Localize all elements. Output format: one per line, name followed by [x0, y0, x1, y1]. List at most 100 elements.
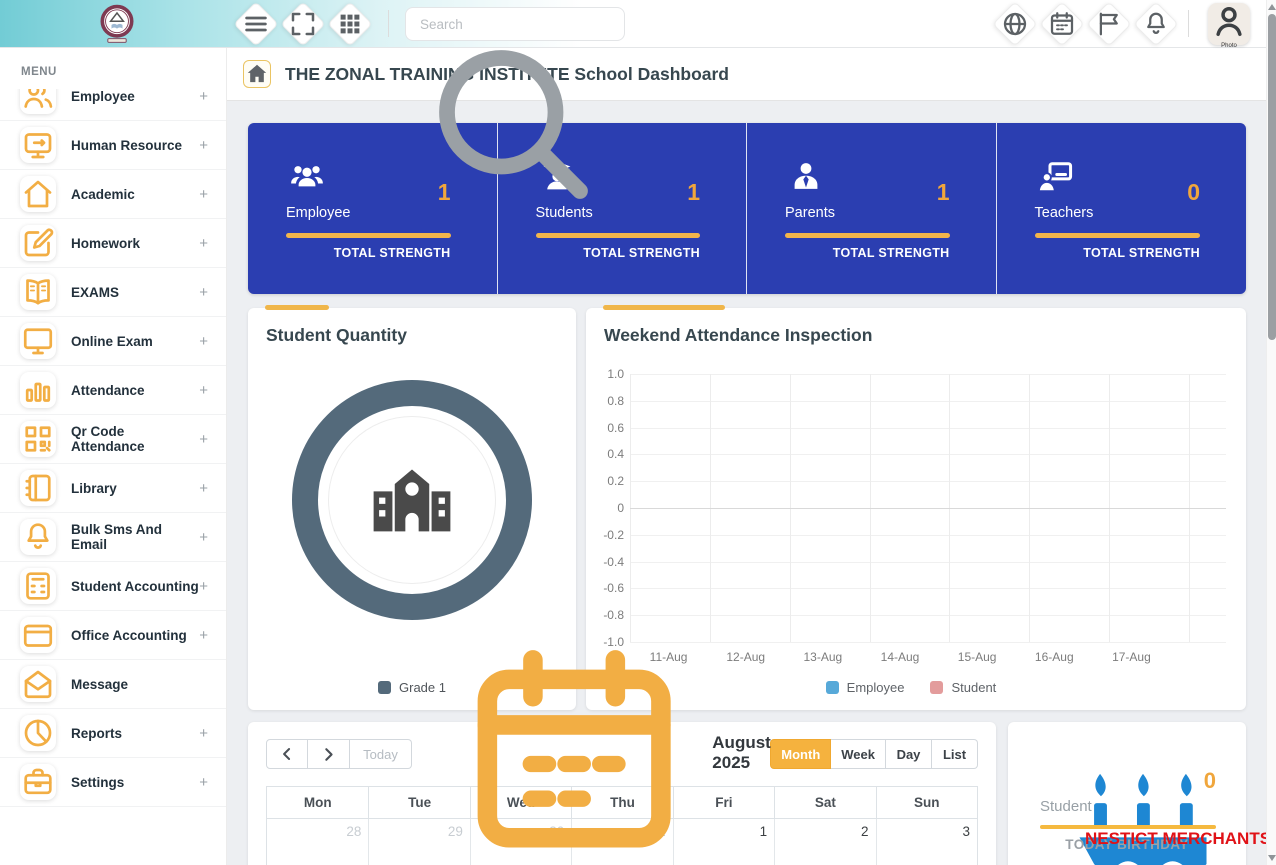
sidebar-menu-item[interactable]: Bulk Sms And Email +: [0, 513, 226, 562]
expand-plus-icon[interactable]: +: [199, 235, 208, 252]
x-axis-label: 17-Aug: [1093, 650, 1170, 664]
calendar-view-button[interactable]: Week: [831, 739, 886, 769]
sidebar-menu-item[interactable]: Office Accounting +: [0, 611, 226, 660]
calendar-toolbar: Today August 2025 MonthWeekDayList: [266, 722, 978, 770]
home-button[interactable]: [243, 60, 271, 88]
legend-swatch: [826, 681, 839, 694]
y-axis-tick: -0.6: [603, 581, 624, 595]
scrollbar-thumb[interactable]: [1268, 14, 1276, 340]
calendar-date-cell[interactable]: 2: [774, 819, 875, 865]
expand-plus-icon[interactable]: +: [199, 186, 208, 203]
weekday-header-cell: Sat: [774, 787, 875, 818]
expand-plus-icon[interactable]: +: [199, 480, 208, 497]
sidebar-item-label: Employee: [71, 89, 199, 104]
pie-chart-icon: [20, 715, 56, 751]
calendar-title: August 2025: [444, 738, 800, 768]
expand-plus-icon[interactable]: +: [199, 431, 208, 448]
briefcase-icon: [20, 764, 56, 800]
y-axis-tick: -0.4: [603, 555, 624, 569]
scroll-up-arrow[interactable]: [1268, 4, 1276, 10]
donut-chart: [292, 380, 532, 620]
today-button[interactable]: Today: [350, 739, 412, 769]
calendar-date-cell[interactable]: 28: [267, 819, 368, 865]
sidebar-menu-item[interactable]: Message: [0, 660, 226, 709]
toolbar-diamond-button[interactable]: [1039, 1, 1084, 46]
expand-plus-icon[interactable]: +: [199, 137, 208, 154]
vendor-watermark: NESTICT MERCHANTS: [1085, 829, 1271, 849]
card-title: Student Quantity: [248, 308, 576, 346]
sidebar: MENU Employee + Human Resource + Academi…: [0, 48, 227, 865]
sidebar-menu-item[interactable]: Settings +: [0, 758, 226, 807]
sidebar-menu-item[interactable]: Academic +: [0, 170, 226, 219]
y-axis-tick: 0.6: [607, 421, 624, 435]
sidebar-menu-item[interactable]: Qr Code Attendance +: [0, 415, 226, 464]
toolbar-diamond-button[interactable]: [327, 1, 372, 46]
page-scrollbar[interactable]: [1266, 0, 1276, 865]
globe-icon: [1000, 9, 1030, 39]
sidebar-item-label: Attendance: [71, 383, 199, 398]
calendar-date-cell[interactable]: 3: [876, 819, 977, 865]
weekday-header-cell: Sun: [876, 787, 977, 818]
stat-card: 0 Teachers TOTAL STRENGTH: [997, 123, 1247, 294]
expand-plus-icon[interactable]: +: [199, 627, 208, 644]
menu-section-label: MENU: [21, 66, 226, 78]
toolbar-diamond-button[interactable]: [1133, 1, 1178, 46]
toolbar-divider: [1188, 10, 1189, 37]
sidebar-item-label: Student Accounting: [71, 579, 199, 594]
envelope-open-icon: [20, 666, 56, 702]
scroll-down-arrow[interactable]: [1268, 855, 1276, 861]
sidebar-menu-item[interactable]: Homework +: [0, 219, 226, 268]
x-axis-label: 14-Aug: [861, 650, 938, 664]
y-axis-tick: -0.2: [603, 528, 624, 542]
legend-item: Student: [930, 680, 996, 695]
sidebar-menu-item[interactable]: Student Accounting +: [0, 562, 226, 611]
main-area: THE ZONAL TRAINING INSTITUTE School Dash…: [227, 48, 1266, 865]
expand-plus-icon[interactable]: +: [199, 89, 208, 105]
sidebar-menu-item[interactable]: Attendance +: [0, 366, 226, 415]
stat-accent-bar: [286, 233, 451, 238]
x-axis-label: 12-Aug: [707, 650, 784, 664]
school-logo[interactable]: [95, 2, 139, 46]
expand-plus-icon[interactable]: +: [199, 382, 208, 399]
sidebar-menu-item[interactable]: EXAMS +: [0, 268, 226, 317]
toolbar-diamond-button[interactable]: [992, 1, 1037, 46]
sidebar-menu-item[interactable]: Library +: [0, 464, 226, 513]
prev-button[interactable]: [266, 739, 308, 769]
expand-plus-icon[interactable]: +: [199, 578, 208, 595]
x-axis: 11-Aug12-Aug13-Aug14-Aug15-Aug16-Aug17-A…: [630, 650, 1170, 664]
sidebar-item-label: Reports: [71, 726, 199, 741]
sidebar-menu-item[interactable]: Online Exam +: [0, 317, 226, 366]
search-icon[interactable]: [405, 16, 615, 226]
sidebar-menu-item[interactable]: Reports +: [0, 709, 226, 758]
fullscreen-icon: [288, 9, 318, 39]
calendar-view-button[interactable]: List: [932, 739, 978, 769]
toolbar-diamond-button[interactable]: [280, 1, 325, 46]
bell-icon: [20, 519, 56, 555]
calendar-icon: [1047, 9, 1077, 39]
sidebar-item-label: Settings: [71, 775, 199, 790]
sidebar-menu-item[interactable]: Employee +: [0, 89, 226, 121]
teacher-board-icon: [1035, 158, 1077, 196]
toolbar-diamond-button[interactable]: [1086, 1, 1131, 46]
bar-chart-icon: [20, 372, 56, 408]
users-group-icon: [286, 158, 328, 196]
sidebar-menu-item[interactable]: Human Resource +: [0, 121, 226, 170]
expand-plus-icon[interactable]: +: [199, 333, 208, 350]
expand-plus-icon[interactable]: +: [199, 774, 208, 791]
card-title: Weekend Attendance Inspection: [586, 308, 1246, 346]
school-icon: [365, 453, 459, 547]
sidebar-item-label: Online Exam: [71, 334, 199, 349]
calendar-card: Today August 2025 MonthWeekDayList MonTu…: [248, 722, 996, 865]
user-avatar[interactable]: Photo: [1208, 3, 1250, 45]
expand-plus-icon[interactable]: +: [199, 529, 208, 546]
expand-plus-icon[interactable]: +: [199, 725, 208, 742]
calendar-view-button[interactable]: Day: [886, 739, 932, 769]
expand-plus-icon[interactable]: +: [199, 284, 208, 301]
sidebar-menu: Employee + Human Resource + Academic + H…: [0, 89, 226, 807]
date-number: 1: [760, 824, 768, 839]
toolbar-diamond-button[interactable]: [233, 1, 278, 46]
legend-item: Employee: [826, 680, 905, 695]
next-button[interactable]: [308, 739, 350, 769]
sidebar-item-label: Academic: [71, 187, 199, 202]
stat-accent-bar: [536, 233, 701, 238]
